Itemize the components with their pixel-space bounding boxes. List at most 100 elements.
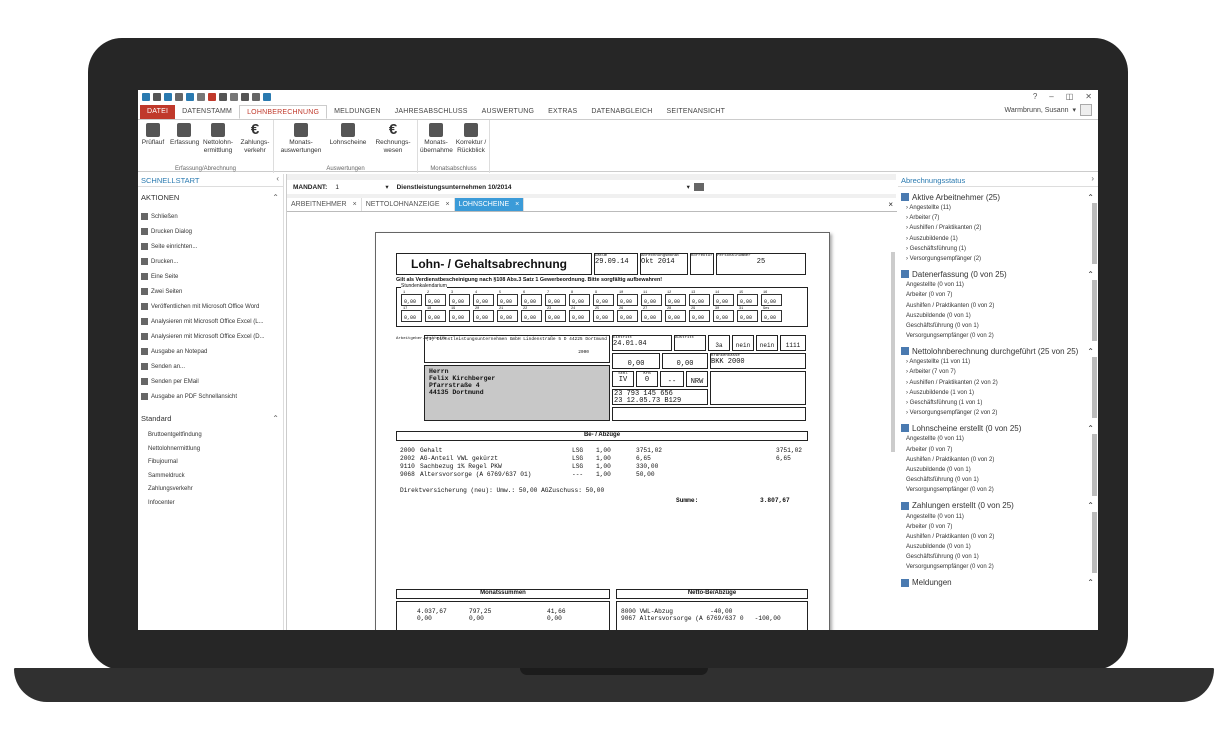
- tab-seitenansicht[interactable]: SEITENANSICHT: [660, 105, 733, 119]
- standard-item[interactable]: Zahlungsverkehr: [138, 483, 283, 497]
- monatsauswertungen-button[interactable]: Monats- auswertungen: [278, 123, 324, 155]
- clock-icon[interactable]: [230, 93, 238, 101]
- status-item[interactable]: Versorgungsempfänger (0 von 2): [898, 331, 1098, 341]
- chevron-up-icon[interactable]: ⌃: [1087, 578, 1094, 587]
- standard-item[interactable]: Infocenter: [138, 497, 283, 511]
- status-item[interactable]: Aushilfen / Praktikanten (0 von 2): [898, 532, 1098, 542]
- status-item[interactable]: Auszubildende (1): [898, 234, 1098, 244]
- status-item[interactable]: Auszubildende (0 von 1): [898, 542, 1098, 552]
- scrollbar[interactable]: [1092, 434, 1097, 496]
- action-item[interactable]: Veröffentlichen mit Microsoft Office Wor…: [138, 299, 283, 314]
- action-item[interactable]: Schließen: [138, 209, 283, 224]
- close-icon[interactable]: ×: [888, 198, 893, 211]
- lohnscheine-button[interactable]: Lohnscheine: [328, 123, 368, 147]
- monatsuebernahme-button[interactable]: Monats- übernahme: [420, 123, 453, 155]
- help-button[interactable]: ?: [1033, 92, 1037, 101]
- status-section-header[interactable]: Zahlungen erstellt (0 von 25) ⌃: [898, 500, 1098, 512]
- status-item[interactable]: Aushilfen / Praktikanten (0 von 2): [898, 455, 1098, 465]
- status-item[interactable]: Auszubildende (0 von 1): [898, 465, 1098, 475]
- status-item[interactable]: Angestellte (11): [898, 203, 1098, 213]
- app-icon[interactable]: [142, 93, 150, 101]
- action-item[interactable]: Seite einrichten...: [138, 239, 283, 254]
- minimize-button[interactable]: –: [1049, 92, 1053, 101]
- status-item[interactable]: Geschäftsführung (0 von 1): [898, 552, 1098, 562]
- print-icon[interactable]: [252, 93, 260, 101]
- status-section-header[interactable]: Datenerfassung (0 von 25) ⌃: [898, 268, 1098, 280]
- collapse-icon[interactable]: ‹: [276, 174, 279, 183]
- chevron-down-icon[interactable]: ▾: [687, 183, 690, 191]
- tab-datei[interactable]: DATEI: [140, 105, 176, 119]
- standard-item[interactable]: Sammeldruck: [138, 470, 283, 484]
- scrollbar[interactable]: [1092, 280, 1097, 342]
- user-menu[interactable]: Warmbrunn, Susann ▾: [1005, 104, 1092, 116]
- people-icon[interactable]: [219, 93, 227, 101]
- status-section-header[interactable]: Lohnscheine erstellt (0 von 25) ⌃: [898, 422, 1098, 434]
- pruefungslauf-button[interactable]: Prüflauf: [140, 123, 166, 147]
- expand-icon[interactable]: ›: [1091, 174, 1094, 183]
- nettolohnermittlung-button[interactable]: Nettolohn- ermittlung: [200, 123, 236, 155]
- status-item[interactable]: Aushilfen / Praktikanten (0 von 2): [898, 301, 1098, 311]
- chevron-up-icon[interactable]: ⌃: [1087, 424, 1094, 433]
- status-item[interactable]: Aushilfen / Praktikanten (2): [898, 223, 1098, 233]
- action-item[interactable]: Analysieren mit Microsoft Office Excel (…: [138, 314, 283, 329]
- rechnungswesen-button[interactable]: € Rechnungs- wesen: [372, 122, 414, 155]
- tab-meldungen[interactable]: MELDUNGEN: [327, 105, 388, 119]
- status-item[interactable]: Auszubildende (1 von 1): [898, 388, 1098, 398]
- status-item[interactable]: Versorgungsempfänger (0 von 2): [898, 485, 1098, 495]
- status-item[interactable]: Angestellte (0 von 11): [898, 434, 1098, 444]
- close-icon[interactable]: ×: [515, 201, 519, 208]
- status-section-header[interactable]: Meldungen ⌃: [898, 577, 1098, 589]
- status-item[interactable]: Geschäftsführung (1): [898, 244, 1098, 254]
- scrollbar[interactable]: [1092, 203, 1097, 265]
- status-item[interactable]: Angestellte (0 von 11): [898, 280, 1098, 290]
- zahlungsverkehr-button[interactable]: € Zahlungs- verkehr: [238, 122, 272, 155]
- tab-auswertung[interactable]: AUSWERTUNG: [475, 105, 541, 119]
- close-icon[interactable]: ×: [353, 201, 357, 208]
- avatar[interactable]: [1080, 104, 1092, 116]
- status-item[interactable]: Versorgungsempfänger (2): [898, 254, 1098, 264]
- user-icon[interactable]: [164, 93, 172, 101]
- scrollbar[interactable]: [1092, 511, 1097, 573]
- status-item[interactable]: Angestellte (0 von 11): [898, 512, 1098, 522]
- tab-jahresabschluss[interactable]: JAHRESABSCHLUSS: [388, 105, 475, 119]
- action-item[interactable]: Senden per EMail: [138, 374, 283, 389]
- action-item[interactable]: Ausgabe an Notepad: [138, 344, 283, 359]
- status-item[interactable]: Angestellte (11 von 11): [898, 357, 1098, 367]
- tab-lohnberechnung[interactable]: LOHNBERECHNUNG: [239, 105, 328, 119]
- standard-item[interactable]: Bruttoentgeltfindung: [138, 429, 283, 443]
- tab-arbeitnehmer[interactable]: ARBEITNEHMER ×: [287, 198, 362, 211]
- tree-icon[interactable]: [175, 93, 183, 101]
- mandant-name[interactable]: Dienstleistungsunternehmen 10/2014: [397, 184, 687, 191]
- status-item[interactable]: Arbeiter (7): [898, 213, 1098, 223]
- tab-lohnscheine[interactable]: LOHNSCHEINE ×: [454, 198, 525, 211]
- tab-nettolohnanzeige[interactable]: NETTOLOHNANZEIGE ×: [362, 198, 455, 211]
- status-item[interactable]: Arbeiter (7 von 7): [898, 367, 1098, 377]
- chevron-up-icon[interactable]: ⌃: [1087, 193, 1094, 202]
- action-item[interactable]: Drucken Dialog: [138, 224, 283, 239]
- close-button[interactable]: ✕: [1085, 92, 1092, 101]
- aktionen-header[interactable]: AKTIONEN ⌃: [138, 193, 283, 205]
- action-item[interactable]: Eine Seite: [138, 269, 283, 284]
- chevron-up-icon[interactable]: ⌃: [272, 193, 279, 202]
- action-item[interactable]: Senden an...: [138, 359, 283, 374]
- scrollbar[interactable]: [1092, 357, 1097, 419]
- tab-datenabgleich[interactable]: DATENABGLEICH: [584, 105, 659, 119]
- chevron-down-icon[interactable]: ▾: [385, 183, 388, 191]
- standard-item[interactable]: Fibujournal: [138, 456, 283, 470]
- tab-extras[interactable]: EXTRAS: [541, 105, 584, 119]
- action-item[interactable]: Ausgabe an PDF Schnellansicht: [138, 389, 283, 404]
- settings-icon[interactable]: [241, 93, 249, 101]
- screen-icon[interactable]: [263, 93, 271, 101]
- chevron-up-icon[interactable]: ⌃: [1087, 270, 1094, 279]
- status-item[interactable]: Aushilfen / Praktikanten (2 von 2): [898, 378, 1098, 388]
- wrench-icon[interactable]: [197, 93, 205, 101]
- standard-item[interactable]: Nettolohnermittlung: [138, 443, 283, 457]
- help-icon[interactable]: [186, 93, 194, 101]
- status-item[interactable]: Arbeiter (0 von 7): [898, 290, 1098, 300]
- korrektur-button[interactable]: Korrektur / Rückblick: [454, 123, 488, 155]
- status-item[interactable]: Geschäftsführung (0 von 1): [898, 475, 1098, 485]
- restore-button[interactable]: ◫: [1066, 92, 1074, 101]
- action-item[interactable]: Analysieren mit Microsoft Office Excel (…: [138, 329, 283, 344]
- status-item[interactable]: Versorgungsempfänger (2 von 2): [898, 408, 1098, 418]
- status-item[interactable]: Geschäftsführung (0 von 1): [898, 321, 1098, 331]
